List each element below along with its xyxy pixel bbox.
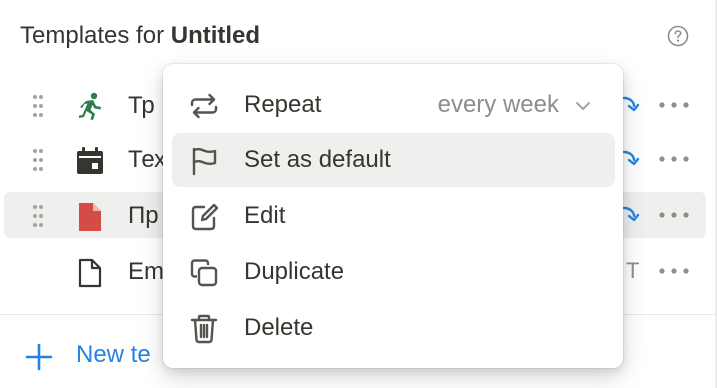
template-name: Тр [128,92,155,119]
calendar-icon [77,147,103,174]
more-options-icon[interactable] [656,204,692,226]
template-shortcut-tag: T [626,258,640,283]
template-context-menu: Repeat every week Set as default Edit Du… [163,64,623,368]
drag-handle-icon[interactable] [32,94,44,118]
panel-title: Templates for Untitled [20,22,260,50]
drag-handle-icon[interactable] [32,148,44,172]
title-prefix: Templates for [20,22,171,49]
repeat-icon [190,93,218,119]
template-name: Пр [128,202,159,229]
title-page-name: Untitled [170,22,261,49]
chevron-down-icon [576,102,590,110]
menu-item-label: Edit [244,202,286,229]
running-person-icon [79,92,101,120]
new-template-label: New te [76,341,151,368]
blank-page-icon [78,258,102,288]
more-options-icon[interactable] [656,260,692,282]
trash-icon [190,314,218,344]
duplicate-icon [190,259,218,287]
menu-item-label: Duplicate [244,258,345,285]
templates-panel: Templates for Untitled Тр Тех Пр Em T Ne… [0,0,717,388]
template-name: Em [128,258,164,285]
menu-item-repeat[interactable]: Repeat every week [172,78,615,132]
document-icon [79,203,101,231]
menu-item-label: Delete [244,314,314,341]
more-options-icon[interactable] [656,148,692,170]
template-name: Тех [128,146,167,173]
repeat-frequency-value[interactable]: every week [438,91,559,119]
menu-item-delete[interactable]: Delete [172,301,615,355]
plus-icon [25,343,53,371]
drag-handle-icon[interactable] [32,204,44,228]
flag-icon [192,147,217,176]
menu-item-edit[interactable]: Edit [172,189,615,243]
menu-item-label: Repeat [244,91,322,118]
edit-icon [191,203,219,231]
menu-item-label: Set as default [244,146,391,173]
menu-item-set-as-default[interactable]: Set as default [172,133,615,187]
help-icon[interactable] [667,25,689,47]
more-options-icon[interactable] [656,94,692,116]
menu-item-duplicate[interactable]: Duplicate [172,245,615,299]
